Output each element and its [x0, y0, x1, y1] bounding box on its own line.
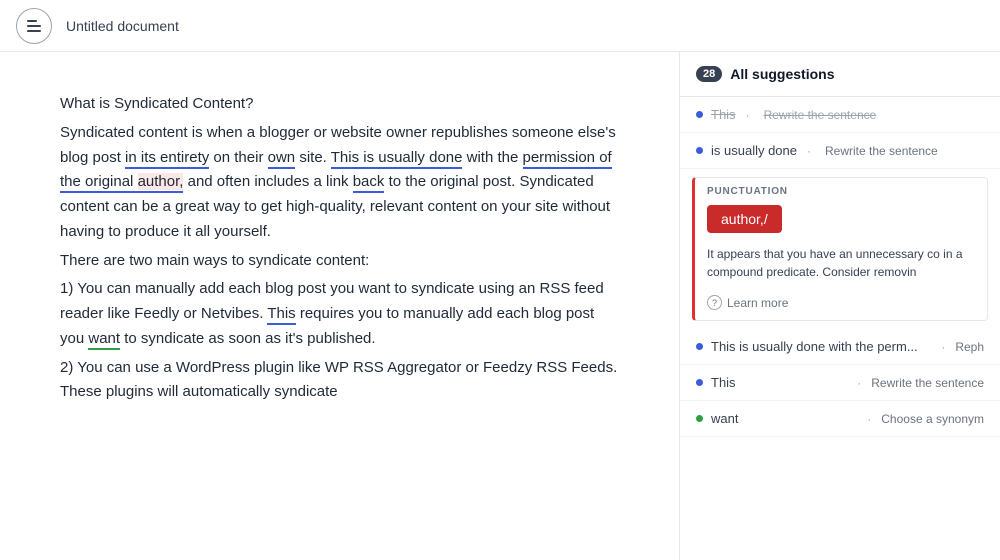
suggestion-dot: [696, 343, 703, 350]
help-icon: ?: [707, 295, 722, 310]
suggestion-action: Rewrite the sentence: [825, 144, 938, 158]
learn-more-button[interactable]: ? Learn more: [695, 289, 987, 320]
suggestion-span: own: [268, 149, 296, 169]
suggestion-span: in its entirety: [125, 149, 209, 169]
editor-content: What is Syndicated Content? Syndicated c…: [60, 92, 619, 405]
suggestion-separator: ·: [867, 412, 871, 426]
suggestion-item-2[interactable]: is usually done · Rewrite the sentence: [680, 133, 1000, 169]
suggestion-span-this: This is usually done: [331, 149, 463, 169]
suggestion-text: want: [711, 411, 857, 426]
suggestion-dot: [696, 111, 703, 118]
suggestion-dot: [696, 379, 703, 386]
suggestion-action: Rewrite the sentence: [764, 108, 877, 122]
suggestion-span: back: [353, 173, 385, 193]
author-badge: author,/: [707, 205, 782, 233]
suggestion-separator: ·: [746, 108, 750, 122]
punctuation-label: PUNCTUATION: [695, 178, 987, 201]
suggestion-item-long-3[interactable]: want · Choose a synonym: [680, 401, 1000, 437]
editor-area[interactable]: What is Syndicated Content? Syndicated c…: [0, 52, 680, 560]
suggestion-item-long-1[interactable]: This is usually done with the perm... · …: [680, 329, 1000, 365]
sidebar: 28 All suggestions This · Rewrite the se…: [680, 52, 1000, 560]
menu-button[interactable]: [16, 8, 52, 44]
suggestion-text: This: [711, 375, 847, 390]
suggestion-dot: [696, 147, 703, 154]
suggestion-dot: [696, 415, 703, 422]
suggestion-action: Choose a synonym: [881, 412, 984, 426]
suggestion-span-want: want: [88, 330, 120, 350]
suggestions-count-badge: 28: [696, 66, 722, 82]
paragraph-method1: 1) You can manually add each blog post y…: [60, 277, 619, 351]
suggestion-text: This: [711, 107, 736, 122]
punctuation-description: It appears that you have an unnecessary …: [695, 241, 987, 289]
suggestion-action: Reph: [955, 340, 984, 354]
learn-more-label: Learn more: [727, 296, 788, 310]
suggestion-item-long-2[interactable]: This · Rewrite the sentence: [680, 365, 1000, 401]
paragraph-heading: What is Syndicated Content?: [60, 92, 619, 117]
sidebar-header-title: All suggestions: [730, 66, 834, 82]
suggestion-text: is usually done: [711, 143, 797, 158]
paragraph-method2: 2) You can use a WordPress plugin like W…: [60, 356, 619, 406]
suggestion-action: Rewrite the sentence: [871, 376, 984, 390]
suggestion-item-1[interactable]: This · Rewrite the sentence: [680, 97, 1000, 133]
highlight-author: author,: [138, 173, 184, 190]
suggestion-separator: ·: [807, 144, 811, 158]
paragraph-body: Syndicated content is when a blogger or …: [60, 121, 619, 245]
suggestion-span-this2: This: [267, 305, 295, 325]
paragraph-ways: There are two main ways to syndicate con…: [60, 249, 619, 274]
topbar: Untitled document: [0, 0, 1000, 52]
document-title: Untitled document: [66, 18, 179, 34]
suggestion-text: This is usually done with the perm...: [711, 339, 931, 354]
main-layout: What is Syndicated Content? Syndicated c…: [0, 52, 1000, 560]
sidebar-header: 28 All suggestions: [680, 52, 1000, 97]
punctuation-card: PUNCTUATION author,/ It appears that you…: [692, 177, 988, 321]
suggestion-separator: ·: [857, 376, 861, 390]
suggestion-separator: ·: [941, 340, 945, 354]
menu-icon: [27, 20, 41, 32]
